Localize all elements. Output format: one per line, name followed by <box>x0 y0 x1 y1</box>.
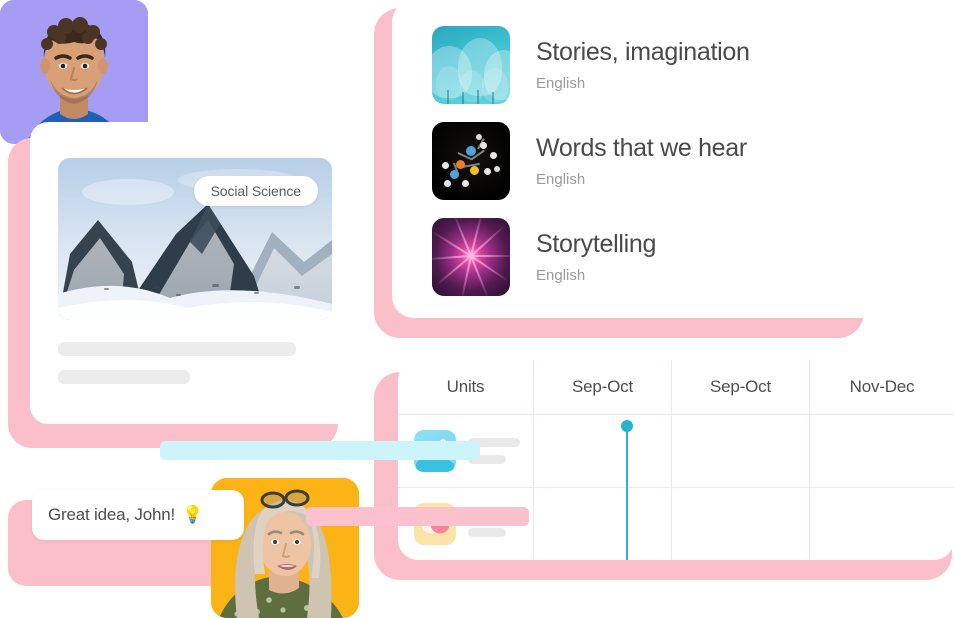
course-title: Words that we hear <box>536 133 747 162</box>
composite-illustration: Social Science Stories, imagination Engl… <box>0 0 954 618</box>
list-item[interactable]: Stories, imagination English <box>432 26 902 104</box>
course-language: English <box>536 75 586 93</box>
status-badge[interactable]: Social Science <box>193 176 318 206</box>
schedule-cell[interactable] <box>534 488 672 560</box>
chat-message: Great idea, John! <box>48 505 176 524</box>
schedule-bar-row-1[interactable] <box>160 441 480 460</box>
lesson-subtitle-placeholder <box>58 370 190 384</box>
list-item[interactable]: Words that we hear English <box>432 122 902 200</box>
course-meta: Words that we hear English <box>536 134 747 189</box>
schedule-cell[interactable] <box>810 488 954 560</box>
trees-thumbnail <box>432 26 510 104</box>
schedule-cell[interactable] <box>672 415 810 488</box>
lesson-card[interactable]: Social Science <box>30 122 360 424</box>
course-meta: Storytelling English <box>536 230 656 285</box>
schedule-cell[interactable] <box>672 488 810 560</box>
schedule-bar-row-2[interactable] <box>306 507 529 526</box>
today-marker-line <box>626 425 628 560</box>
today-marker-dot[interactable] <box>621 420 633 432</box>
column-header-period-3: Nov-Dec <box>810 360 954 415</box>
course-language: English <box>536 267 586 285</box>
course-language: English <box>536 171 586 189</box>
chat-bubble[interactable]: Great idea, John! 💡 <box>32 490 244 540</box>
schedule-table: Units Sep-Oct Sep-Oct Nov-Dec <box>398 360 954 560</box>
list-item[interactable]: Storytelling English <box>432 218 902 296</box>
course-list: Stories, imagination English Words that … <box>432 26 902 296</box>
column-header-period-1: Sep-Oct <box>534 360 672 415</box>
lightbulb-icon: 💡 <box>182 505 204 524</box>
molecule-thumbnail <box>432 122 510 200</box>
column-header-units: Units <box>398 360 534 415</box>
mountain-photo: Social Science <box>58 158 332 320</box>
schedule-cell[interactable] <box>534 415 672 488</box>
course-title: Storytelling <box>536 229 657 258</box>
course-title: Stories, imagination <box>536 37 750 66</box>
course-meta: Stories, imagination English <box>536 38 750 93</box>
plasma-thumbnail <box>432 218 510 296</box>
schedule-card: Units Sep-Oct Sep-Oct Nov-Dec <box>398 360 954 560</box>
column-header-period-2: Sep-Oct <box>672 360 810 415</box>
lesson-title-placeholder <box>58 342 296 356</box>
course-list-card: Stories, imagination English Words that … <box>392 0 954 318</box>
schedule-cell[interactable] <box>810 415 954 488</box>
